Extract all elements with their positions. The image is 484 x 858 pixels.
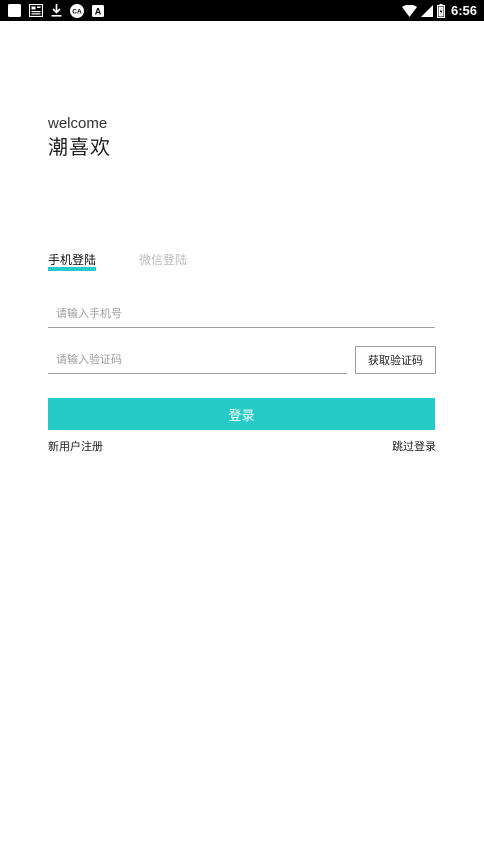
get-code-button[interactable]: 获取验证码	[355, 346, 436, 374]
get-code-button-label: 获取验证码	[368, 354, 423, 367]
active-tab-indicator	[48, 267, 97, 271]
register-link[interactable]: 新用户注册	[48, 440, 103, 454]
phone-number-input[interactable]	[48, 300, 435, 328]
status-bar-right-icons: 6:56	[401, 2, 477, 19]
svg-text:CA: CA	[72, 8, 82, 15]
svg-text:A: A	[95, 6, 102, 16]
welcome-text: welcome	[48, 115, 108, 132]
skip-login-link[interactable]: 跳过登录	[392, 440, 436, 454]
ca-badge-icon: CA	[70, 3, 84, 18]
status-bar: CA A 6:56	[0, 0, 484, 21]
gallery-icon	[29, 4, 43, 17]
tab-phone-login-label: 手机登陆	[48, 253, 97, 267]
cell-signal-icon	[420, 4, 433, 17]
a-badge-icon: A	[92, 4, 104, 17]
tab-wechat-login[interactable]: 微信登陆	[139, 252, 187, 268]
wifi-icon	[401, 4, 417, 17]
verification-code-input[interactable]	[48, 345, 347, 374]
battery-icon	[436, 3, 445, 18]
notification-square-icon	[8, 4, 21, 17]
login-button-label: 登录	[228, 408, 255, 424]
status-bar-time: 6:56	[450, 3, 477, 18]
login-button[interactable]: 登录	[48, 398, 435, 430]
status-bar-left-icons: CA A	[8, 3, 104, 18]
download-icon	[51, 4, 62, 17]
app-name: 潮喜欢	[48, 135, 111, 159]
tab-phone-login[interactable]: 手机登陆	[48, 252, 97, 271]
tab-wechat-login-label: 微信登陆	[139, 253, 188, 267]
